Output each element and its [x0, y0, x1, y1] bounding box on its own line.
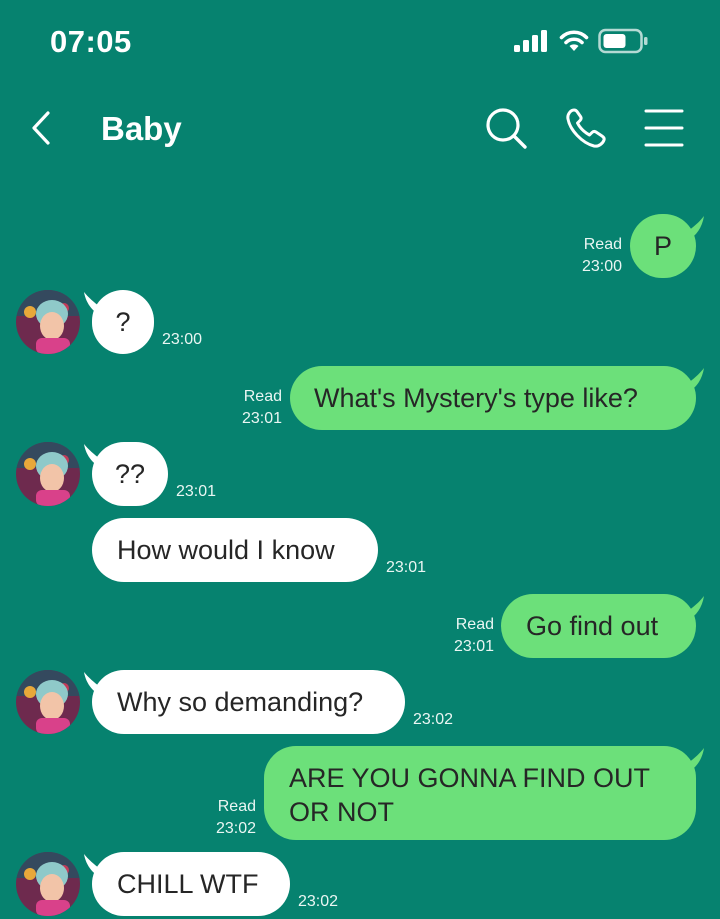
status-bar: 07:05: [0, 0, 720, 84]
message-bubble[interactable]: What's Mystery's type like?: [290, 366, 696, 430]
message-time: 23:01: [453, 638, 494, 655]
message-bubble[interactable]: CHILL WTF: [92, 852, 290, 916]
message-bubble[interactable]: Why so demanding?: [92, 670, 405, 734]
chat-title[interactable]: Baby: [101, 110, 182, 148]
phone-icon[interactable]: [562, 104, 610, 152]
avatar[interactable]: [16, 670, 80, 734]
chevron-left-icon[interactable]: [22, 106, 62, 150]
message-bubble[interactable]: Go find out: [501, 594, 696, 658]
message-bubble[interactable]: ARE YOU GONNA FIND OUT OR NOT: [264, 746, 696, 840]
read-receipt: Read: [455, 616, 494, 633]
message-time: 23:02: [298, 893, 339, 910]
avatar-image: [16, 442, 80, 506]
message-bubble[interactable]: How would I know: [92, 518, 378, 582]
avatar-image: [16, 670, 80, 734]
status-time: 07:05: [50, 24, 132, 59]
menu-icon[interactable]: [640, 104, 688, 152]
wifi-icon: [559, 30, 589, 51]
message-bubble[interactable]: P: [630, 214, 696, 278]
read-receipt: Read: [243, 388, 282, 405]
message-bubble[interactable]: ??: [92, 442, 168, 506]
message-time: 23:02: [413, 711, 454, 728]
message-time: 23:00: [162, 331, 203, 348]
avatar[interactable]: [16, 852, 80, 916]
battery-icon: [598, 28, 648, 54]
message-time: 23:01: [386, 559, 427, 576]
message-time: 23:00: [581, 258, 622, 275]
search-icon[interactable]: [482, 104, 530, 152]
message-time: 23:01: [241, 410, 282, 427]
avatar-image: [16, 290, 80, 354]
chat-header: Baby: [0, 96, 720, 166]
avatar-image: [16, 852, 80, 916]
message-bubble[interactable]: ?: [92, 290, 154, 354]
avatar[interactable]: [16, 290, 80, 354]
avatar[interactable]: [16, 442, 80, 506]
cellular-signal-icon: [514, 30, 547, 52]
message-time: 23:01: [176, 483, 217, 500]
message-time: 23:02: [215, 820, 256, 837]
read-receipt: Read: [583, 236, 622, 253]
read-receipt: Read: [217, 798, 256, 815]
